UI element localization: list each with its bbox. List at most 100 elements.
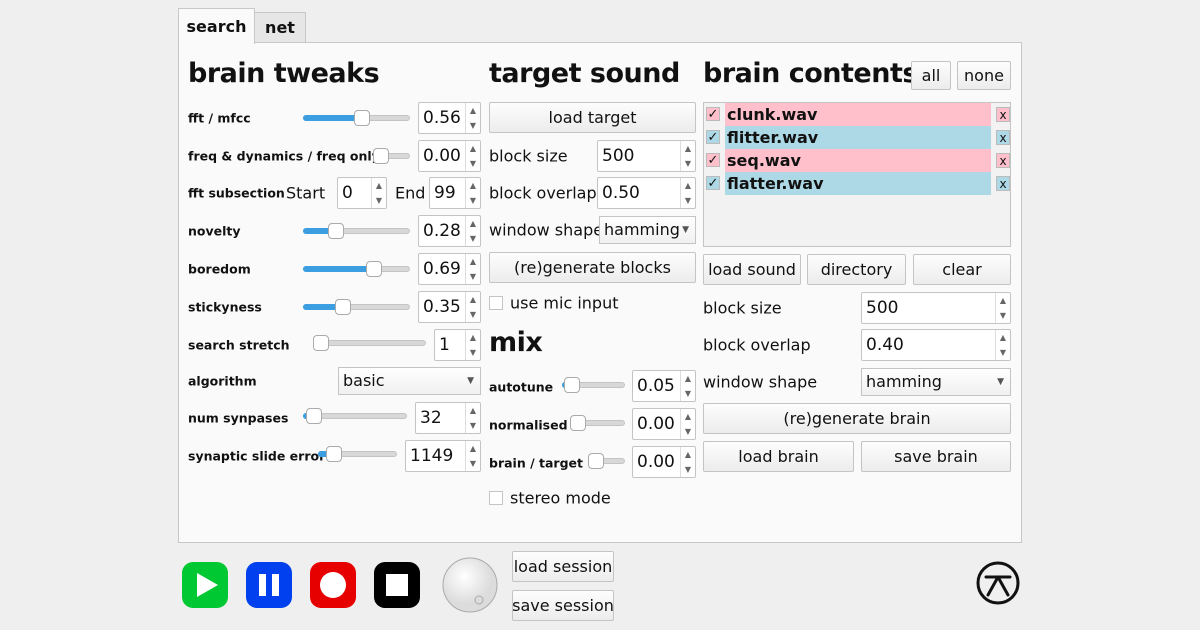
- regenerate-blocks-button[interactable]: (re)generate blocks: [489, 252, 696, 283]
- freq-dynamics-slider[interactable]: [373, 148, 410, 164]
- spin-arrows-icon[interactable]: ▲ ▼: [680, 141, 695, 171]
- item-checkbox[interactable]: ✓: [706, 107, 720, 122]
- end-spinbox[interactable]: 99 ▲ ▼: [429, 177, 481, 209]
- spin-arrows-icon[interactable]: ▲ ▼: [465, 178, 480, 208]
- save-brain-button[interactable]: save brain: [861, 441, 1011, 472]
- search-stretch-slider[interactable]: [313, 335, 426, 351]
- synaptic-slide-error-spinbox[interactable]: 1149 ▲ ▼: [405, 440, 481, 472]
- target-block-overlap-spinbox[interactable]: 0.50 ▲ ▼: [597, 177, 696, 209]
- stickyness-spinbox[interactable]: 0.35 ▲ ▼: [418, 291, 481, 323]
- slider-thumb[interactable]: [325, 446, 342, 462]
- load-sound-button[interactable]: load sound: [703, 254, 801, 285]
- slider-thumb[interactable]: [313, 335, 329, 351]
- brain-target-spinbox[interactable]: 0.00 ▲ ▼: [632, 446, 696, 478]
- spin-arrows-icon[interactable]: ▲ ▼: [465, 330, 480, 360]
- volume-knob[interactable]: [442, 557, 498, 613]
- slider-thumb[interactable]: [570, 415, 586, 431]
- autotune-slider[interactable]: [562, 377, 625, 393]
- num-synapses-spinbox[interactable]: 32 ▲ ▼: [415, 402, 481, 434]
- list-item[interactable]: ✓ flitter.wav x: [704, 126, 1010, 149]
- record-button[interactable]: [310, 562, 356, 608]
- spin-arrows-icon[interactable]: ▲ ▼: [680, 178, 695, 208]
- brain-window-shape-select[interactable]: hamming ▼: [861, 368, 1011, 396]
- list-item[interactable]: ✓ clunk.wav x: [704, 103, 1010, 126]
- tab-net[interactable]: net: [254, 12, 306, 43]
- brain-contents-list[interactable]: ✓ clunk.wav x ✓ flitter.wav x ✓ seq.wav x ✓ fla…: [703, 102, 1011, 247]
- remove-button[interactable]: x: [996, 130, 1010, 145]
- spin-arrows-icon[interactable]: ▲ ▼: [371, 178, 386, 208]
- spin-arrows-icon[interactable]: ▲ ▼: [465, 441, 480, 471]
- normalised-slider[interactable]: [570, 415, 625, 431]
- slider-thumb[interactable]: [334, 299, 351, 315]
- load-session-button[interactable]: load session: [512, 551, 614, 582]
- spin-arrows-icon[interactable]: ▲ ▼: [680, 447, 695, 477]
- select-none-button[interactable]: none: [957, 61, 1011, 90]
- select-all-button[interactable]: all: [911, 61, 951, 90]
- item-checkbox[interactable]: ✓: [706, 176, 720, 191]
- use-mic-checkbox[interactable]: [489, 296, 503, 310]
- pause-button[interactable]: [246, 562, 292, 608]
- spin-arrows-icon[interactable]: ▲ ▼: [465, 254, 480, 284]
- boredom-slider[interactable]: [303, 261, 410, 277]
- item-checkbox[interactable]: ✓: [706, 130, 720, 145]
- slider-thumb[interactable]: [305, 408, 322, 424]
- use-mic-label: use mic input: [510, 293, 619, 313]
- load-brain-button[interactable]: load brain: [703, 441, 854, 472]
- target-sound-title: target sound: [489, 58, 680, 89]
- fft-mfcc-spinbox[interactable]: 0.56 ▲ ▼: [418, 102, 481, 134]
- slider-thumb[interactable]: [588, 453, 604, 469]
- synaptic-slide-error-slider[interactable]: [318, 446, 397, 462]
- clear-button[interactable]: clear: [913, 254, 1011, 285]
- brain-block-size-spinbox[interactable]: 500 ▲ ▼: [861, 292, 1011, 324]
- spin-arrows-icon[interactable]: ▲ ▼: [680, 371, 695, 401]
- slider-thumb[interactable]: [365, 261, 382, 277]
- regenerate-brain-button[interactable]: (re)generate brain: [703, 403, 1011, 434]
- novelty-spinbox[interactable]: 0.28 ▲ ▼: [418, 215, 481, 247]
- load-target-button[interactable]: load target: [489, 102, 696, 133]
- spin-arrows-icon[interactable]: ▲ ▼: [995, 293, 1010, 323]
- freq-dynamics-spinbox[interactable]: 0.00 ▲ ▼: [418, 140, 481, 172]
- num-synapses-slider[interactable]: [303, 408, 407, 424]
- slider-track[interactable]: [313, 340, 426, 346]
- brain-window-shape-label: window shape: [703, 372, 818, 392]
- fft-mfcc-label: fft / mfcc: [188, 110, 251, 126]
- directory-button[interactable]: directory: [807, 254, 906, 285]
- fft-mfcc-slider[interactable]: [303, 110, 410, 126]
- normalised-spinbox[interactable]: 0.00 ▲ ▼: [632, 408, 696, 440]
- logo-icon: [976, 561, 1020, 605]
- autotune-spinbox[interactable]: 0.05 ▲ ▼: [632, 370, 696, 402]
- novelty-slider[interactable]: [303, 223, 410, 239]
- spin-arrows-icon[interactable]: ▲ ▼: [680, 409, 695, 439]
- remove-button[interactable]: x: [996, 107, 1010, 122]
- stickyness-slider[interactable]: [303, 299, 410, 315]
- boredom-spinbox[interactable]: 0.69 ▲ ▼: [418, 253, 481, 285]
- spin-arrows-icon[interactable]: ▲ ▼: [465, 141, 480, 171]
- tab-search[interactable]: search: [178, 8, 255, 44]
- target-block-size-spinbox[interactable]: 500 ▲ ▼: [597, 140, 696, 172]
- item-checkbox[interactable]: ✓: [706, 153, 720, 168]
- list-item[interactable]: ✓ flatter.wav x: [704, 172, 1010, 195]
- slider-thumb[interactable]: [373, 148, 389, 164]
- stop-button[interactable]: [374, 562, 420, 608]
- spin-arrows-icon[interactable]: ▲ ▼: [995, 330, 1010, 360]
- spin-arrows-icon[interactable]: ▲ ▼: [465, 403, 480, 433]
- slider-thumb[interactable]: [353, 110, 370, 126]
- target-window-shape-select[interactable]: hamming ▼: [599, 216, 696, 244]
- stereo-mode-checkbox[interactable]: [489, 491, 503, 505]
- slider-thumb[interactable]: [564, 377, 581, 393]
- play-button[interactable]: [182, 562, 228, 608]
- spin-arrows-icon[interactable]: ▲ ▼: [465, 216, 480, 246]
- spin-arrows-icon[interactable]: ▲ ▼: [465, 103, 480, 133]
- search-stretch-spinbox[interactable]: 1 ▲ ▼: [434, 329, 481, 361]
- remove-button[interactable]: x: [996, 176, 1010, 191]
- brain-target-slider[interactable]: [588, 453, 625, 469]
- remove-button[interactable]: x: [996, 153, 1010, 168]
- spin-value: 0.56: [423, 108, 461, 128]
- spin-arrows-icon[interactable]: ▲ ▼: [465, 292, 480, 322]
- slider-thumb[interactable]: [328, 223, 345, 239]
- start-spinbox[interactable]: 0 ▲ ▼: [337, 177, 387, 209]
- list-item[interactable]: ✓ seq.wav x: [704, 149, 1010, 172]
- algorithm-select[interactable]: basic ▼: [338, 367, 481, 395]
- brain-block-overlap-spinbox[interactable]: 0.40 ▲ ▼: [861, 329, 1011, 361]
- save-session-button[interactable]: save session: [512, 590, 614, 621]
